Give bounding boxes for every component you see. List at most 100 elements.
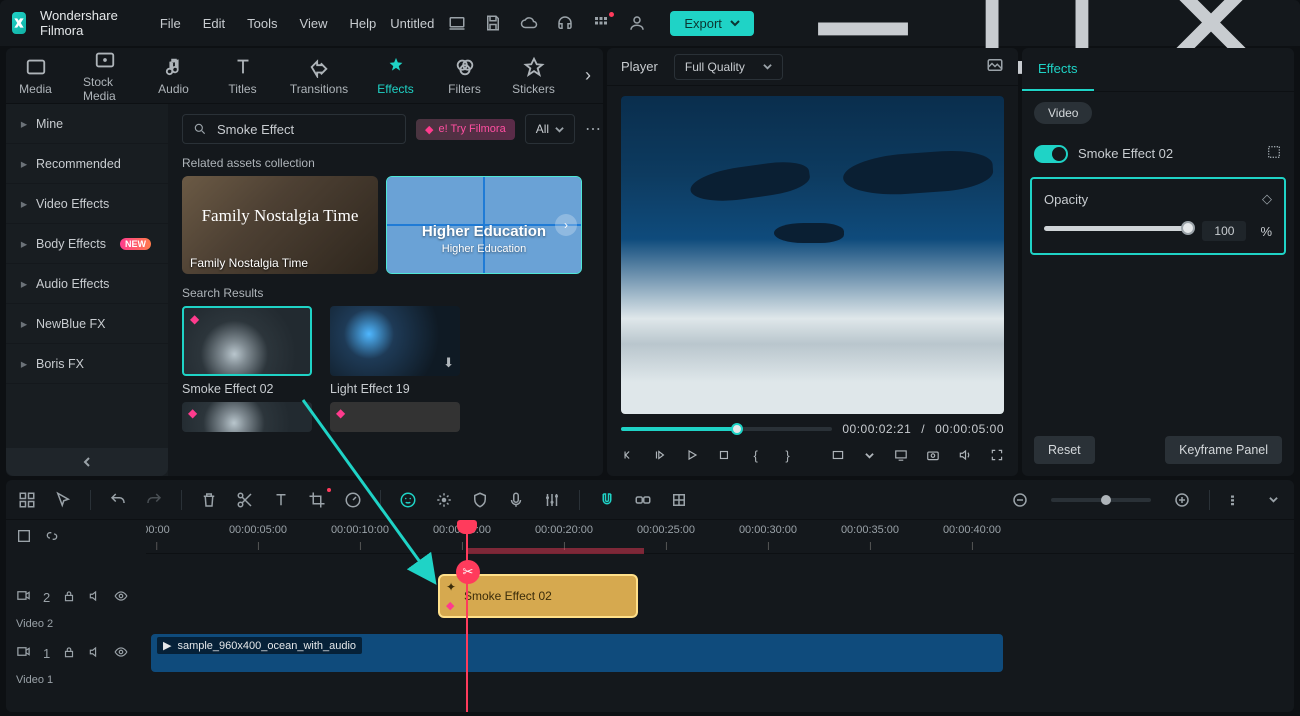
menu-tools[interactable]: Tools — [247, 16, 277, 31]
inspector-subtab-video[interactable]: Video — [1034, 102, 1092, 124]
support-icon[interactable] — [556, 14, 574, 32]
magnet-icon[interactable] — [598, 491, 616, 509]
cloud-icon[interactable] — [520, 14, 538, 32]
play-icon[interactable] — [685, 446, 699, 464]
timeline-link-icon[interactable] — [44, 528, 60, 547]
clip-video[interactable]: ▶sample_960x400_ocean_with_audio — [151, 634, 1003, 672]
tab-transitions[interactable]: Transitions — [290, 56, 348, 96]
sidebar-item-body-effects[interactable]: ▸Body EffectsNEW — [6, 224, 168, 264]
ai-face-icon[interactable] — [399, 491, 417, 509]
camera-icon[interactable] — [926, 446, 940, 464]
device-icon[interactable] — [448, 14, 466, 32]
menu-edit[interactable]: Edit — [203, 16, 225, 31]
tab-filters[interactable]: Filters — [443, 56, 486, 96]
keyframe-diamond-icon[interactable]: ◇ — [1262, 191, 1272, 207]
zoom-slider[interactable] — [1051, 498, 1151, 502]
zoom-in-icon[interactable] — [1173, 491, 1191, 509]
text-icon[interactable] — [272, 491, 290, 509]
layout-icon[interactable] — [18, 491, 36, 509]
link-icon[interactable] — [634, 491, 652, 509]
lock-icon[interactable] — [62, 589, 76, 606]
tab-effects[interactable]: Effects — [374, 56, 417, 96]
split-icon[interactable] — [236, 491, 254, 509]
tab-media[interactable]: Media — [14, 56, 57, 96]
sidebar-item-newblue[interactable]: ▸NewBlue FX — [6, 304, 168, 344]
effect-toggle[interactable] — [1034, 145, 1068, 163]
progress-slider[interactable] — [621, 427, 832, 431]
ratio-icon[interactable] — [831, 446, 845, 464]
redo-icon[interactable] — [145, 491, 163, 509]
reset-button[interactable]: Reset — [1034, 436, 1095, 464]
sidebar-collapse[interactable] — [6, 448, 168, 476]
sidebar-item-audio-effects[interactable]: ▸Audio Effects — [6, 264, 168, 304]
export-button[interactable]: Export — [670, 11, 754, 36]
effect-card-smoke02[interactable]: ◆ Smoke Effect 02 — [182, 306, 312, 396]
account-icon[interactable] — [628, 14, 646, 32]
search-input[interactable] — [182, 114, 406, 144]
sidebar-item-recommended[interactable]: ▸Recommended — [6, 144, 168, 184]
shield-icon[interactable] — [471, 491, 489, 509]
volume-icon[interactable] — [958, 446, 972, 464]
mark-out-icon[interactable]: } — [781, 446, 795, 464]
menu-view[interactable]: View — [300, 16, 328, 31]
opacity-value[interactable]: 100 — [1202, 221, 1246, 241]
sidebar-item-boris[interactable]: ▸Boris FX — [6, 344, 168, 384]
collection-card[interactable]: Family Nostalgia Time Family Nostalgia T… — [182, 176, 378, 274]
tab-stock-media[interactable]: Stock Media — [83, 49, 126, 103]
crop-icon[interactable] — [308, 491, 326, 509]
stop-icon[interactable] — [717, 446, 731, 464]
timeline-ruler[interactable]: 00:00 00:00:05:00 00:00:10:00 00:00:15:0… — [146, 520, 1294, 554]
display-icon[interactable] — [894, 446, 908, 464]
more-menu[interactable]: ⋯ — [585, 119, 601, 139]
color-icon[interactable] — [435, 491, 453, 509]
eye-icon[interactable] — [114, 645, 128, 662]
sidebar-item-video-effects[interactable]: ▸Video Effects — [6, 184, 168, 224]
menu-file[interactable]: File — [160, 16, 181, 31]
eye-icon[interactable] — [114, 589, 128, 606]
frame-back-icon[interactable] — [653, 446, 667, 464]
zoom-out-icon[interactable] — [1011, 491, 1029, 509]
chevron-down-icon[interactable] — [862, 446, 876, 464]
quality-dropdown[interactable]: Full Quality — [674, 54, 783, 80]
tabs-scroll-right[interactable]: › — [581, 65, 595, 86]
snapshot-icon[interactable] — [986, 56, 1004, 77]
save-icon[interactable] — [484, 14, 502, 32]
tab-stickers[interactable]: Stickers — [512, 56, 555, 96]
delete-icon[interactable] — [200, 491, 218, 509]
marker-icon[interactable] — [670, 491, 688, 509]
scissor-icon[interactable]: ✂ — [456, 560, 480, 584]
playhead[interactable] — [466, 520, 468, 712]
view-icon[interactable] — [1228, 491, 1246, 509]
mixer-icon[interactable] — [543, 491, 561, 509]
effect-card-light19[interactable]: ⬇ Light Effect 19 — [330, 306, 460, 396]
sidebar-item-mine[interactable]: ▸Mine — [6, 104, 168, 144]
effect-card[interactable]: ◆ — [182, 402, 312, 432]
mark-in-icon[interactable]: { — [749, 446, 763, 464]
speed-icon[interactable] — [344, 491, 362, 509]
lock-icon[interactable] — [62, 645, 76, 662]
step-back-icon[interactable] — [621, 446, 635, 464]
effect-settings-icon[interactable] — [1266, 144, 1282, 163]
mic-icon[interactable] — [507, 491, 525, 509]
undo-icon[interactable] — [109, 491, 127, 509]
promo-try-filmora[interactable]: ◆e! Try Filmora — [416, 119, 515, 140]
timeline-prefs-icon[interactable] — [16, 528, 32, 547]
download-icon[interactable]: ⬇ — [443, 355, 454, 371]
mute-icon[interactable] — [88, 645, 102, 662]
mute-icon[interactable] — [88, 589, 102, 606]
menu-help[interactable]: Help — [349, 16, 376, 31]
cursor-icon[interactable] — [54, 491, 72, 509]
opacity-slider[interactable] — [1044, 226, 1188, 231]
chevron-right-icon[interactable]: › — [555, 214, 577, 236]
fullscreen-icon[interactable] — [990, 446, 1004, 464]
filter-dropdown[interactable]: All — [525, 114, 575, 144]
chevron-down-icon[interactable] — [1264, 491, 1282, 509]
keyframe-panel-button[interactable]: Keyframe Panel — [1165, 436, 1282, 464]
collection-card[interactable]: Higher Education Higher Education › — [386, 176, 582, 274]
inspector-tab-effects[interactable]: Effects — [1022, 48, 1094, 91]
video-preview[interactable] — [621, 96, 1004, 414]
effect-card[interactable]: ◆ — [330, 402, 460, 432]
apps-icon[interactable] — [592, 14, 610, 32]
tab-titles[interactable]: Titles — [221, 56, 264, 96]
tab-audio[interactable]: Audio — [152, 56, 195, 96]
